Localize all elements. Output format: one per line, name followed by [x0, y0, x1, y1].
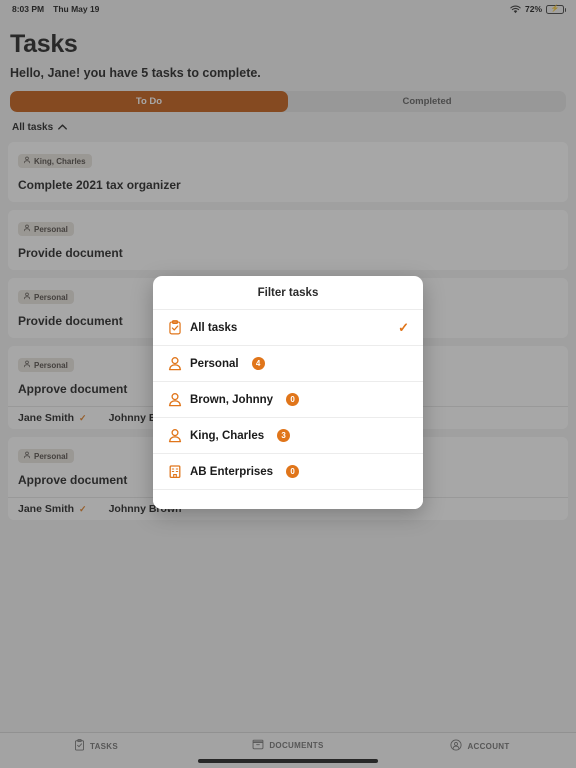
count-badge: 0	[286, 465, 300, 478]
filter-option-all-tasks[interactable]: All tasks ✓	[153, 310, 423, 346]
filter-option-king-charles[interactable]: King, Charles 3	[153, 418, 423, 454]
count-badge: 4	[251, 357, 265, 370]
filter-option-label: All tasks	[190, 321, 238, 334]
filter-tasks-dialog: Filter tasks All tasks ✓ Personal 4 Brow…	[153, 276, 423, 509]
count-badge: 0	[286, 393, 300, 406]
building-icon	[167, 464, 182, 479]
person-icon	[167, 392, 182, 407]
count-badge: 3	[277, 429, 291, 442]
dialog-title: Filter tasks	[153, 276, 423, 310]
check-icon: ✓	[398, 320, 409, 335]
filter-option-brown-johnny[interactable]: Brown, Johnny 0	[153, 382, 423, 418]
filter-option-label: AB Enterprises	[190, 465, 274, 478]
filter-option-label: King, Charles	[190, 429, 265, 442]
person-icon	[167, 356, 182, 371]
clipboard-check-icon	[167, 320, 182, 335]
filter-option-ab-enterprises[interactable]: AB Enterprises 0	[153, 454, 423, 490]
person-icon	[167, 428, 182, 443]
dialog-footer-spacer	[153, 490, 423, 509]
filter-option-personal[interactable]: Personal 4	[153, 346, 423, 382]
filter-option-label: Personal	[190, 357, 239, 370]
filter-option-label: Brown, Johnny	[190, 393, 274, 406]
